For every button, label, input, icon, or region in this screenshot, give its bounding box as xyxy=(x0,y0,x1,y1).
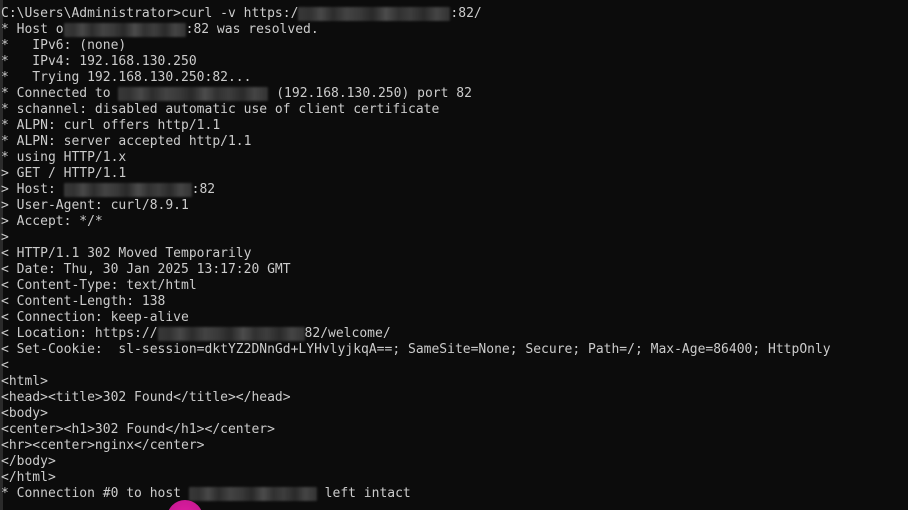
request-host-header-line: > Host: :82 xyxy=(0,182,908,198)
body-html-close-line: </html> xyxy=(0,470,908,486)
host-resolved-line: * Host o :82 was resolved. xyxy=(0,22,908,38)
response-set-cookie-line: < Set-Cookie: sl-session=dktYZ2DNnGd+LYH… xyxy=(0,342,908,358)
body-center-h1-line: <center><h1>302 Found</h1></center> xyxy=(0,422,908,438)
response-status-line: < HTTP/1.1 302 Moved Temporarily xyxy=(0,246,908,262)
connection-intact-line: * Connection #0 to host left intact xyxy=(0,486,908,502)
trying-line: * Trying 192.168.130.250:82... xyxy=(0,70,908,86)
text-segment: :82/ xyxy=(450,6,482,21)
body-body-close-line: </body> xyxy=(0,454,908,470)
text-segment: * using HTTP/1.x xyxy=(1,150,127,165)
body-body-open-line: <body> xyxy=(0,406,908,422)
text-segment: 82/welcome/ xyxy=(304,326,391,341)
text-segment: * Connection #0 to host xyxy=(1,486,189,501)
using-http-line: * using HTTP/1.x xyxy=(0,150,908,166)
response-blank-line: < xyxy=(0,358,908,374)
redacted-hostname xyxy=(188,487,317,501)
text-segment: * IPv4: 192.168.130.250 xyxy=(1,54,197,69)
response-content-length-line: < Content-Length: 138 xyxy=(0,294,908,310)
text-segment: <html> xyxy=(1,374,48,389)
redacted-hostname xyxy=(118,87,269,101)
text-segment: :82 was resolved. xyxy=(185,22,319,37)
text-segment: > Accept: */* xyxy=(1,214,103,229)
alpn-accepted-line: * ALPN: server accepted http/1.1 xyxy=(0,134,908,150)
ipv6-line: * IPv6: (none) xyxy=(0,38,908,54)
console-output: C:\Users\Administrator>curl -v https:/:8… xyxy=(0,6,908,502)
text-segment: C:\Users\Administrator>curl -v https:/ xyxy=(1,6,299,21)
ipv4-line: * IPv4: 192.168.130.250 xyxy=(0,54,908,70)
body-head-title-line: <head><title>302 Found</title></head> xyxy=(0,390,908,406)
response-date-line: < Date: Thu, 30 Jan 2025 13:17:20 GMT xyxy=(0,262,908,278)
text-segment: <head><title>302 Found</title></head> xyxy=(1,390,291,405)
text-segment: < Content-Type: text/html xyxy=(1,278,197,293)
text-segment: (192.168.130.250) port 82 xyxy=(268,86,472,101)
connected-line: * Connected to (192.168.130.250) port 82 xyxy=(0,86,908,102)
response-content-type-line: < Content-Type: text/html xyxy=(0,278,908,294)
body-hr-nginx-line: <hr><center>nginx</center> xyxy=(0,438,908,454)
schannel-line: * schannel: disabled automatic use of cl… xyxy=(0,102,908,118)
text-segment: < Date: Thu, 30 Jan 2025 13:17:20 GMT xyxy=(1,262,291,277)
request-accept-line: > Accept: */* xyxy=(0,214,908,230)
text-segment: </html> xyxy=(1,470,56,485)
text-segment: * ALPN: curl offers http/1.1 xyxy=(1,118,221,133)
request-user-agent-line: > User-Agent: curl/8.9.1 xyxy=(0,198,908,214)
text-segment: * Connected to xyxy=(1,86,119,101)
text-segment: < Location: https:// xyxy=(1,326,158,341)
text-segment: < xyxy=(1,358,17,373)
text-segment: </body> xyxy=(1,454,56,469)
text-segment: < Connection: keep-alive xyxy=(1,310,189,325)
redacted-hostname xyxy=(63,183,192,197)
text-segment: > User-Agent: curl/8.9.1 xyxy=(1,198,189,213)
alpn-offers-line: * ALPN: curl offers http/1.1 xyxy=(0,118,908,134)
text-segment: < Content-Length: 138 xyxy=(1,294,166,309)
request-get-line: > GET / HTTP/1.1 xyxy=(0,166,908,182)
text-segment: > GET / HTTP/1.1 xyxy=(1,166,127,181)
redacted-hostname xyxy=(157,327,305,341)
text-segment: * Host o xyxy=(1,22,64,37)
text-segment: < HTTP/1.1 302 Moved Temporarily xyxy=(1,246,252,261)
body-html-open-line: <html> xyxy=(0,374,908,390)
redacted-hostname xyxy=(298,7,451,21)
text-segment: * ALPN: server accepted http/1.1 xyxy=(1,134,252,149)
request-blank-line: > xyxy=(0,230,908,246)
text-segment: * schannel: disabled automatic use of cl… xyxy=(1,102,440,117)
prompt-command-line: C:\Users\Administrator>curl -v https:/ :8… xyxy=(0,6,908,22)
text-segment: <center><h1>302 Found</h1></center> xyxy=(1,422,275,437)
terminal-window[interactable]: C:\Users\Administrator>curl -v https:/:8… xyxy=(0,0,908,510)
text-segment: > Host: xyxy=(1,182,64,197)
text-segment: <hr><center>nginx</center> xyxy=(1,438,205,453)
text-segment: left intact xyxy=(316,486,411,501)
text-segment: <body> xyxy=(1,406,48,421)
response-location-line: < Location: https:// 82/welcome/ xyxy=(0,326,908,342)
text-segment: < Set-Cookie: sl-session=dktYZ2DNnGd+LYH… xyxy=(1,342,831,357)
text-segment: * IPv6: (none) xyxy=(1,38,127,53)
text-segment: > xyxy=(1,230,17,245)
text-segment: :82 xyxy=(191,182,216,197)
response-connection-line: < Connection: keep-alive xyxy=(0,310,908,326)
redacted-hostname xyxy=(63,23,186,37)
text-segment: * Trying 192.168.130.250:82... xyxy=(1,70,252,85)
